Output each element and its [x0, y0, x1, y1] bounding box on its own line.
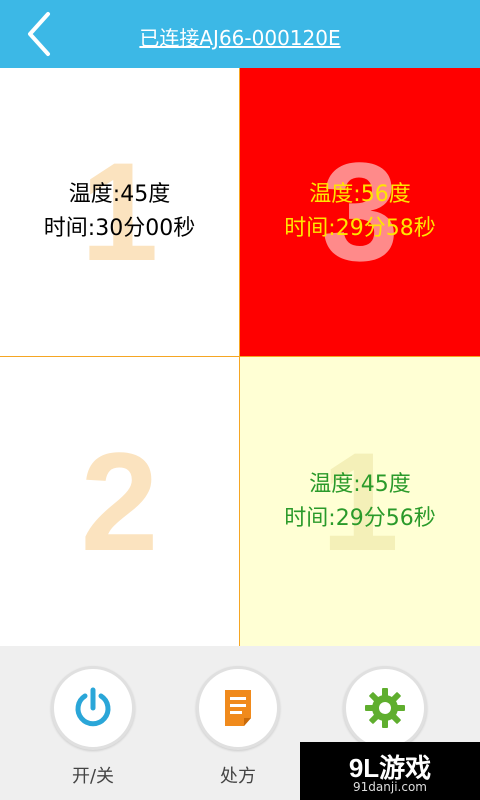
power-label: 开/关	[71, 766, 115, 787]
zone-grid: 1 温度:45度 时间:30分00秒 3 温度:56度 时间:29分58秒 2 …	[0, 68, 480, 646]
power-button[interactable]: 开/关	[48, 666, 138, 796]
zone-info: 温度:45度 时间:29分56秒	[240, 468, 480, 536]
zone-info: 温度:56度 时间:29分58秒	[240, 178, 480, 246]
header-bar: 已连接AJ66-000120E	[0, 0, 480, 68]
zone-cell-2[interactable]: 3 温度:56度 时间:29分58秒	[240, 68, 480, 357]
zone-time: 时间:29分56秒	[284, 505, 436, 531]
prescription-button[interactable]: 处方	[193, 666, 283, 796]
zone-number: 2	[80, 422, 159, 580]
watermark-sub-text: 91danji.com	[353, 780, 427, 794]
zone-temperature: 温度:56度	[309, 182, 411, 207]
prescription-label: 处方	[220, 766, 256, 787]
connection-title[interactable]: 已连接AJ66-000120E	[0, 22, 480, 51]
zone-time: 时间:29分58秒	[284, 216, 436, 241]
watermark-logo: 9L游戏 91danji.com	[300, 742, 480, 800]
power-icon	[75, 687, 111, 727]
zone-cell-3[interactable]: 2	[0, 357, 240, 646]
zone-temperature: 温度:45度	[309, 471, 411, 497]
zone-temperature: 温度:45度	[68, 182, 171, 207]
zone-cell-1[interactable]: 1 温度:45度 时间:30分00秒	[0, 68, 240, 357]
power-button-circle[interactable]	[51, 666, 135, 750]
zone-info: 温度:45度 时间:30分00秒	[0, 178, 239, 246]
prescription-button-circle[interactable]	[196, 666, 280, 750]
gear-icon	[365, 688, 405, 728]
prescription-icon	[225, 690, 251, 726]
zone-cell-4[interactable]: 1 温度:45度 时间:29分56秒	[240, 357, 480, 646]
settings-button-circle[interactable]	[343, 666, 427, 750]
zone-time: 时间:30分00秒	[43, 216, 196, 241]
